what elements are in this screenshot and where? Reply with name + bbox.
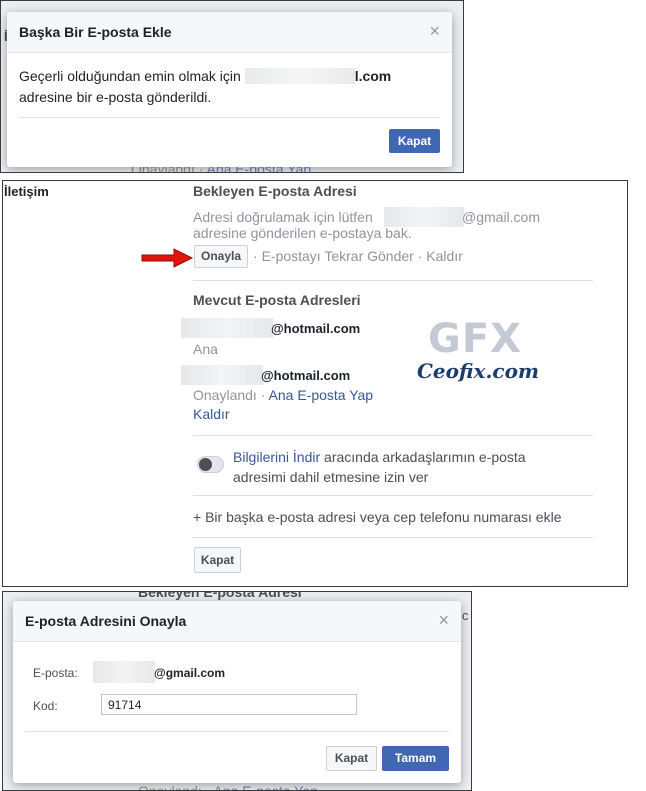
- code-label: Kod:: [33, 699, 58, 713]
- divider: [193, 537, 593, 538]
- divider: [193, 435, 593, 436]
- pending-email-instruction: Adresi doğrulamak için lütfen: [193, 209, 373, 225]
- ok-button[interactable]: Tamam: [382, 746, 449, 771]
- dialog-divider: [19, 117, 440, 118]
- pending-email-domain: @gmail.com: [462, 209, 541, 225]
- email2-domain: @hotmail.com: [261, 368, 351, 383]
- background-status: Onaylandı · Ana E-posta Yap: [138, 783, 319, 791]
- close-icon[interactable]: ×: [438, 611, 449, 629]
- close-button[interactable]: Kapat: [389, 129, 440, 153]
- current-emails-title: Mevcut E-posta Adresleri: [193, 292, 361, 308]
- resend-email-link[interactable]: E-postayı Tekrar Gönder: [262, 248, 414, 264]
- email-domain: @gmail.com: [154, 666, 226, 680]
- confirm-button[interactable]: Onayla: [194, 245, 248, 268]
- background-text: c: [462, 608, 469, 623]
- add-email-screenshot: İ Onaylandı · Ana E-posta Yap Başka Bir …: [0, 0, 464, 173]
- make-primary-link[interactable]: Ana E-posta Yap: [269, 387, 374, 403]
- remove-pending-link[interactable]: Kaldır: [426, 248, 463, 264]
- download-info-toggle[interactable]: [197, 456, 224, 473]
- pending-email-title: Bekleyen E-posta Adresi: [193, 183, 357, 199]
- dialog-header: E-posta Adresini Onayla ×: [13, 601, 461, 642]
- watermark-text: Ceofix.com: [417, 359, 540, 383]
- download-info-text: Bilgilerini İndir aracında arkadaşlarımı…: [233, 449, 526, 485]
- cancel-button[interactable]: Kapat: [326, 746, 377, 771]
- redacted-email: [384, 207, 464, 227]
- pending-actions: · E-postayı Tekrar Gönder · Kaldır: [253, 248, 463, 264]
- divider: [193, 280, 593, 281]
- pending-email-instruction-2: adresine gönderilen e-postaya bak.: [193, 225, 412, 241]
- redacted-email: [181, 318, 273, 338]
- email1-status: Ana: [193, 341, 218, 357]
- close-icon[interactable]: ×: [429, 22, 440, 40]
- dialog-header: Başka Bir E-posta Ekle ×: [7, 12, 452, 53]
- email2-status-line: Onaylandı · Ana E-posta Yap: [193, 387, 374, 403]
- background-text: Bekleyen E-posta Adresi: [138, 591, 302, 600]
- watermark-logo: GFX: [428, 316, 522, 362]
- red-arrow-icon: [141, 248, 194, 268]
- dialog-divider: [25, 731, 449, 732]
- dialog-title: E-posta Adresini Onayla: [25, 613, 187, 629]
- contact-settings-screenshot: İletişim Bekleyen E-posta Adresi Adresi …: [2, 180, 628, 587]
- remove-email-link[interactable]: Kaldır: [193, 406, 230, 422]
- email1-domain: @hotmail.com: [271, 321, 361, 336]
- confirm-email-screenshot: Bekleyen E-posta Adresi c Onaylandı · An…: [2, 591, 472, 791]
- close-button[interactable]: Kapat: [194, 547, 241, 573]
- divider: [193, 495, 593, 496]
- code-input[interactable]: [101, 694, 357, 715]
- dialog-message: Geçerli olduğundan emin olmak için l.com…: [19, 68, 392, 105]
- redacted-email: [93, 661, 155, 683]
- toggle-knob: [199, 458, 212, 471]
- download-info-link[interactable]: Bilgilerini İndir: [233, 449, 320, 465]
- confirm-email-dialog: E-posta Adresini Onayla × E-posta: @gmai…: [13, 601, 461, 783]
- redacted-email: [244, 68, 355, 84]
- add-email-dialog: Başka Bir E-posta Ekle × Geçerli olduğun…: [7, 12, 452, 167]
- email-label: E-posta:: [33, 666, 78, 680]
- add-another-link[interactable]: + Bir başka e-posta adresi veya cep tele…: [193, 509, 561, 525]
- dialog-title: Başka Bir E-posta Ekle: [19, 24, 172, 40]
- redacted-email: [181, 365, 263, 385]
- section-label: İletişim: [4, 184, 49, 199]
